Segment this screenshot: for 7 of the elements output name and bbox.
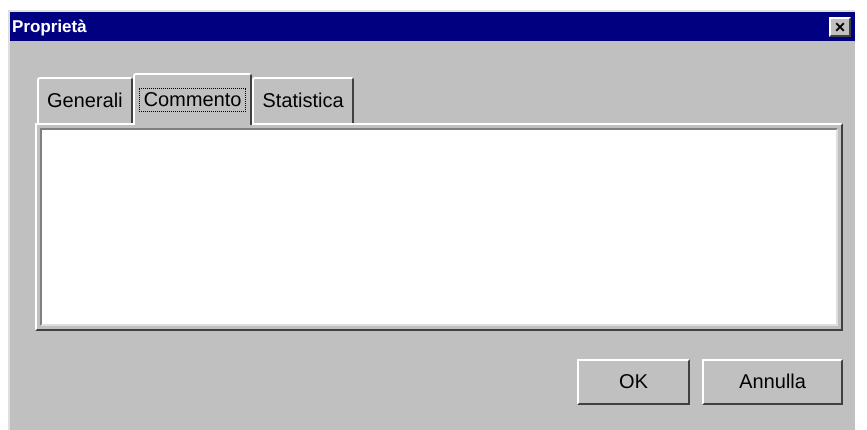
- tab[interactable]: Commento: [132, 73, 252, 125]
- window-title: Proprietà: [12, 16, 87, 38]
- dialog-button[interactable]: Annulla: [702, 359, 843, 405]
- close-button[interactable]: ×: [829, 16, 851, 36]
- tab[interactable]: Statistica: [252, 77, 354, 123]
- dialog-button[interactable]: OK: [577, 359, 690, 405]
- tab[interactable]: Generali: [37, 77, 133, 123]
